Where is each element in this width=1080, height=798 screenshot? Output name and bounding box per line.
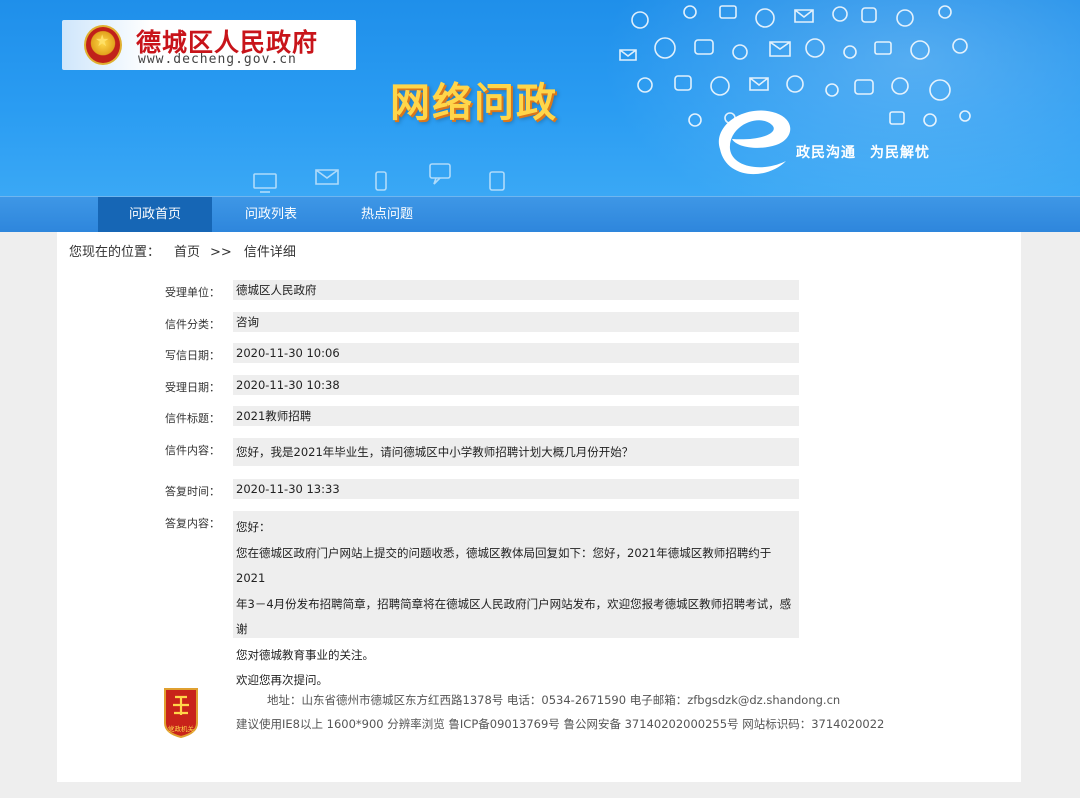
slogan: 政民沟通 为民解忧 — [796, 145, 930, 161]
national-emblem-icon — [84, 25, 122, 65]
reply-line: 您在德城区政府门户网站上提交的问题收悉，德城区教体局回复如下：您好，2021年德… — [236, 545, 772, 586]
breadcrumb-current: 信件详细 — [243, 245, 296, 260]
field-value-write-date: 2020-11-30 10:06 — [233, 343, 799, 363]
field-label-write-date: 写信日期： — [165, 349, 220, 362]
party-government-badge-icon[interactable]: 党政机关 — [161, 687, 201, 739]
field-value-unit: 德城区人民政府 — [233, 280, 799, 300]
field-value-category: 咨询 — [233, 312, 799, 332]
e-logo-icon — [718, 110, 791, 175]
site-url: www.decheng.gov.cn — [138, 52, 297, 67]
field-label-title: 信件标题： — [165, 412, 220, 425]
field-label-content: 信件内容： — [165, 444, 220, 457]
field-value-reply-time: 2020-11-30 13:33 — [233, 479, 799, 499]
reply-line: 年3－4月份发布招聘简章，招聘简章将在德城区人民政府门户网站发布，欢迎您报考德城… — [236, 596, 792, 637]
field-label-category: 信件分类： — [165, 318, 220, 331]
field-value-accept-date: 2020-11-30 10:38 — [233, 375, 799, 395]
device-icons — [253, 163, 505, 193]
nav-item-home[interactable]: 问政首页 — [98, 197, 212, 233]
field-value-content: 您好，我是2021年毕业生，请问德城区中小学教师招聘计划大概几月份开始？ — [233, 438, 799, 466]
section-title: 网络问政 — [390, 80, 558, 126]
reply-line: 您好： — [236, 520, 271, 534]
field-label-reply-content: 答复内容： — [165, 517, 220, 530]
field-value-title: 2021教师招聘 — [233, 406, 799, 426]
breadcrumb: 您现在的位置： 首页 >> 信件详细 — [69, 241, 296, 260]
reply-line: 欢迎您再次提问。 — [236, 673, 328, 687]
letter-detail-panel: 您现在的位置： 首页 >> 信件详细 受理单位： 德城区人民政府 信件分类： 咨询 写… — [57, 232, 1021, 782]
header-banner: 德城区人民政府 www.decheng.gov.cn 网络问政 政民沟通为民解忧 — [0, 0, 1080, 196]
site-logo[interactable]: 德城区人民政府 www.decheng.gov.cn — [62, 20, 356, 70]
nav-item-hot[interactable]: 热点问题 — [330, 197, 444, 233]
field-label-reply-time: 答复时间： — [165, 485, 220, 498]
breadcrumb-separator: >> — [210, 245, 232, 260]
footer-info: 建议使用IE8以上 1600*900 分辨率浏览 鲁ICP备09013769号 … — [236, 717, 885, 731]
field-value-reply-content: 您好： 您在德城区政府门户网站上提交的问题收悉，德城区教体局回复如下：您好，20… — [233, 511, 799, 687]
svg-text:党政机关: 党政机关 — [168, 724, 195, 733]
breadcrumb-prefix: 您现在的位置： — [69, 245, 161, 260]
breadcrumb-home-link[interactable]: 首页 — [174, 245, 200, 260]
field-label-accept-date: 受理日期： — [165, 381, 220, 394]
main-nav: 问政首页 问政列表 热点问题 — [0, 196, 1080, 233]
nav-item-list[interactable]: 问政列表 — [214, 197, 328, 233]
field-label-unit: 受理单位： — [165, 286, 220, 299]
footer-address: 地址：山东省德州市德城区东方红西路1378号 电话：0534-2671590 电… — [267, 693, 841, 707]
reply-line: 您对德城教育事业的关注。 — [236, 647, 374, 662]
